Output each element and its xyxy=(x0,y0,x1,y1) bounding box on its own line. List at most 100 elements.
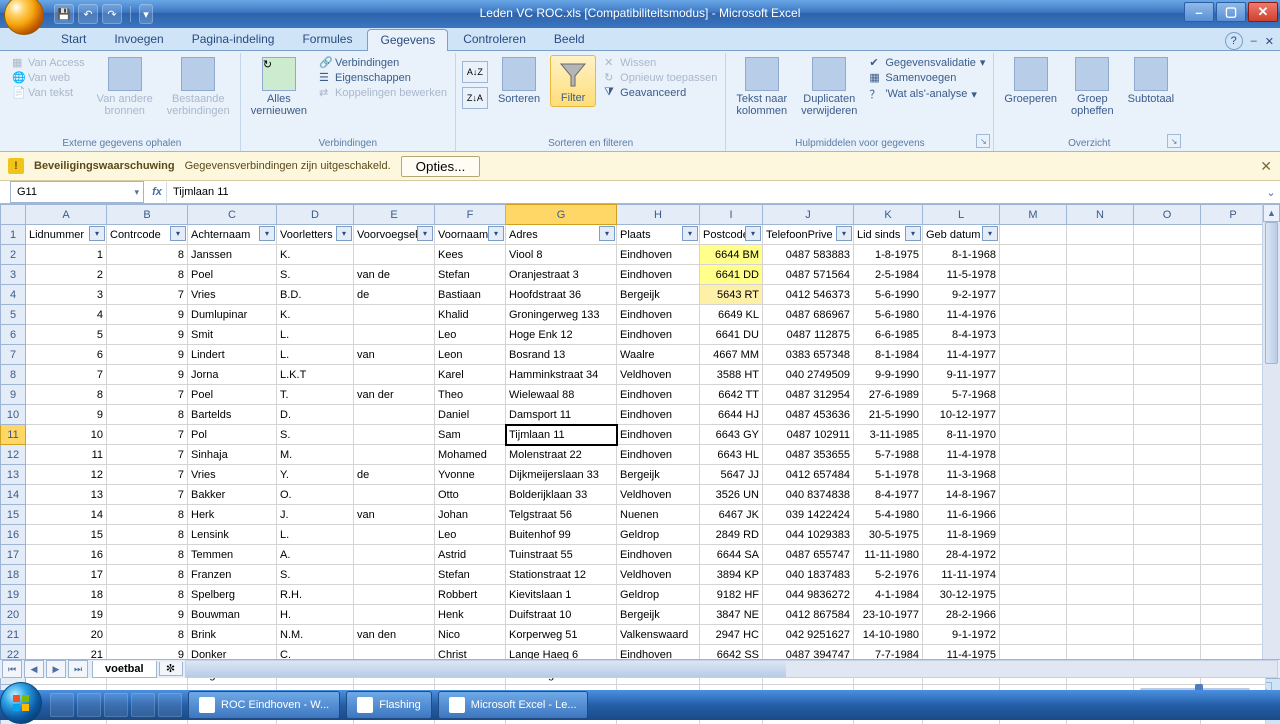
cell[interactable] xyxy=(1067,545,1134,565)
cell[interactable]: 0412 867584 xyxy=(763,605,854,625)
cell[interactable] xyxy=(1134,565,1201,585)
cell[interactable]: S. xyxy=(277,565,354,585)
redo-icon[interactable]: ↷ xyxy=(102,4,122,24)
header-cell[interactable]: Geb datum▾ xyxy=(923,225,1000,245)
cell[interactable] xyxy=(354,525,435,545)
cell[interactable] xyxy=(1201,585,1266,605)
taskbar-button[interactable]: Flashing xyxy=(346,691,432,719)
cell[interactable]: 9-11-1977 xyxy=(923,365,1000,385)
cell[interactable]: 040 2749509 xyxy=(763,365,854,385)
tab-pagina-indeling[interactable]: Pagina-indeling xyxy=(179,28,288,50)
maximize-button[interactable]: ▢ xyxy=(1216,2,1246,22)
cell[interactable]: Bouwman xyxy=(188,605,277,625)
cell[interactable]: Nico xyxy=(435,625,506,645)
cell[interactable] xyxy=(1000,605,1067,625)
cell[interactable]: Mohamed xyxy=(435,445,506,465)
column-header[interactable]: H xyxy=(617,205,700,225)
filter-dropdown-icon[interactable]: ▾ xyxy=(89,226,105,241)
cell[interactable]: K. xyxy=(277,245,354,265)
cell[interactable] xyxy=(1000,465,1067,485)
cell[interactable]: 3526 UN xyxy=(700,485,763,505)
data-validation-button[interactable]: ✔Gegevensvalidatie ▾ xyxy=(867,55,987,70)
cell[interactable]: 7 xyxy=(26,365,107,385)
cell[interactable]: 9-2-1977 xyxy=(923,285,1000,305)
cell[interactable]: 1 xyxy=(26,245,107,265)
header-cell[interactable]: Voorvoegsel▾ xyxy=(354,225,435,245)
header-cell[interactable]: Voorletters▾ xyxy=(277,225,354,245)
advanced-filter-button[interactable]: ⧩Geavanceerd xyxy=(602,85,719,100)
cell[interactable] xyxy=(1201,565,1266,585)
cell[interactable]: 11-4-1977 xyxy=(923,345,1000,365)
from-text-button[interactable]: 📄Van tekst xyxy=(10,85,87,100)
cell[interactable]: 17 xyxy=(26,565,107,585)
row-header[interactable]: 20 xyxy=(1,605,26,625)
cell[interactable]: 2849 RD xyxy=(700,525,763,545)
header-cell[interactable]: Plaats▾ xyxy=(617,225,700,245)
vertical-scrollbar[interactable]: ▲ ▼ xyxy=(1262,204,1280,678)
row-header[interactable]: 3 xyxy=(1,265,26,285)
cell[interactable]: K. xyxy=(277,305,354,325)
cell[interactable]: Valkenswaard xyxy=(617,625,700,645)
cell[interactable]: Eindhoven xyxy=(617,425,700,445)
row-header[interactable]: 18 xyxy=(1,565,26,585)
cell[interactable]: Poel xyxy=(188,385,277,405)
from-other-sources-button[interactable]: Van andere bronnen xyxy=(93,55,157,119)
cell[interactable]: 6643 HL xyxy=(700,445,763,465)
cell[interactable]: Kees xyxy=(435,245,506,265)
cell[interactable]: 6644 HJ xyxy=(700,405,763,425)
filter-dropdown-icon[interactable]: ▾ xyxy=(336,226,352,241)
ungroup-button[interactable]: Groep opheffen xyxy=(1067,55,1118,119)
cell[interactable]: 0383 657348 xyxy=(763,345,854,365)
cell[interactable] xyxy=(1201,265,1266,285)
column-header[interactable]: N xyxy=(1067,205,1134,225)
cell[interactable]: 044 1029383 xyxy=(763,525,854,545)
cell[interactable] xyxy=(354,305,435,325)
cell[interactable]: 044 9836272 xyxy=(763,585,854,605)
cell[interactable]: Eindhoven xyxy=(617,445,700,465)
header-cell[interactable]: Achternaam▾ xyxy=(188,225,277,245)
cell[interactable] xyxy=(1067,565,1134,585)
cell[interactable]: 6641 DD xyxy=(700,265,763,285)
select-all-corner[interactable] xyxy=(1,205,26,225)
cell[interactable]: 8-1-1984 xyxy=(854,345,923,365)
cell[interactable]: 4667 MM xyxy=(700,345,763,365)
cell[interactable]: 27-6-1989 xyxy=(854,385,923,405)
cell[interactable]: 11-8-1969 xyxy=(923,525,1000,545)
cell[interactable] xyxy=(1000,345,1067,365)
cell[interactable]: 0487 655747 xyxy=(763,545,854,565)
insert-sheet-icon[interactable]: ✼ xyxy=(159,662,183,676)
cell[interactable]: 6643 GY xyxy=(700,425,763,445)
cell[interactable]: 9 xyxy=(107,325,188,345)
cell[interactable]: 6467 JK xyxy=(700,505,763,525)
cell[interactable]: Kievitslaan 1 xyxy=(506,585,617,605)
column-header[interactable]: C xyxy=(188,205,277,225)
cell[interactable] xyxy=(354,445,435,465)
group-button[interactable]: Groeperen xyxy=(1000,55,1061,107)
row-header[interactable]: 17 xyxy=(1,545,26,565)
cell[interactable]: 9 xyxy=(107,605,188,625)
cell[interactable]: 7 xyxy=(107,385,188,405)
cell[interactable]: 6649 KL xyxy=(700,305,763,325)
cell[interactable]: Korperweg 51 xyxy=(506,625,617,645)
worksheet-grid[interactable]: ABCDEFGHIJKLMNOP1Lidnummer▾Contrcode▾Ach… xyxy=(0,204,1280,678)
cell[interactable]: Hoge Enk 12 xyxy=(506,325,617,345)
tab-gegevens[interactable]: Gegevens xyxy=(367,29,448,51)
sheet-nav-first-icon[interactable]: ⏮ xyxy=(2,660,22,678)
tab-controleren[interactable]: Controleren xyxy=(450,28,539,50)
cell[interactable]: Bartelds xyxy=(188,405,277,425)
cell[interactable]: 8 xyxy=(107,505,188,525)
cell[interactable]: Bergeijk xyxy=(617,605,700,625)
cell[interactable]: R.H. xyxy=(277,585,354,605)
undo-icon[interactable]: ↶ xyxy=(78,4,98,24)
cell[interactable] xyxy=(1067,285,1134,305)
start-button[interactable] xyxy=(0,682,42,724)
cell[interactable]: Lindert xyxy=(188,345,277,365)
cell[interactable]: 5-2-1976 xyxy=(854,565,923,585)
cell[interactable] xyxy=(1201,425,1266,445)
cell[interactable]: 040 1837483 xyxy=(763,565,854,585)
cell[interactable]: B.D. xyxy=(277,285,354,305)
cell[interactable]: Telgstraat 56 xyxy=(506,505,617,525)
security-options-button[interactable]: Opties... xyxy=(401,156,481,177)
cell[interactable]: 19 xyxy=(26,605,107,625)
cell[interactable]: 12 xyxy=(26,465,107,485)
